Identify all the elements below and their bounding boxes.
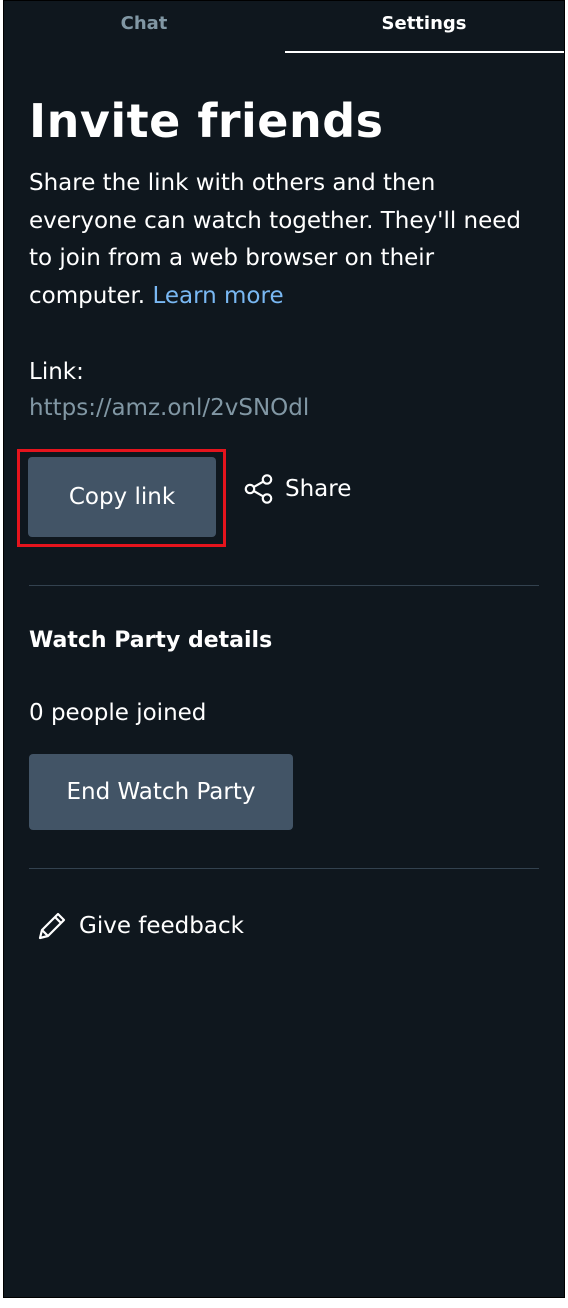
share-button[interactable]: Share [243, 473, 351, 505]
copy-link-button[interactable]: Copy link [28, 457, 216, 537]
give-feedback-link[interactable]: Give feedback [35, 909, 539, 943]
tab-chat[interactable]: Chat [4, 1, 284, 53]
people-joined-count: 0 people joined [29, 700, 207, 726]
pencil-icon [38, 912, 66, 940]
active-tab-indicator [285, 51, 564, 53]
give-feedback-label: Give feedback [79, 913, 244, 939]
tab-bar: Chat Settings [4, 1, 564, 53]
link-actions: Copy link Share [17, 449, 539, 547]
divider [29, 868, 539, 869]
invite-description: Share the link with others and then ever… [29, 165, 539, 315]
share-label: Share [285, 476, 352, 502]
learn-more-link[interactable]: Learn more [152, 283, 283, 309]
page-title: Invite friends [29, 94, 384, 148]
watch-party-details-title: Watch Party details [29, 628, 273, 653]
tab-settings[interactable]: Settings [284, 1, 564, 53]
share-icon [244, 474, 273, 504]
end-watch-party-button[interactable]: End Watch Party [29, 754, 293, 830]
link-url: https://amz.onl/2vSNOdl [29, 395, 310, 421]
link-label: Link: [29, 359, 84, 385]
divider [29, 585, 539, 586]
settings-content: Invite friends Share the link with other… [4, 89, 564, 943]
watch-party-panel: Chat Settings Invite friends Share the l… [3, 0, 565, 1298]
